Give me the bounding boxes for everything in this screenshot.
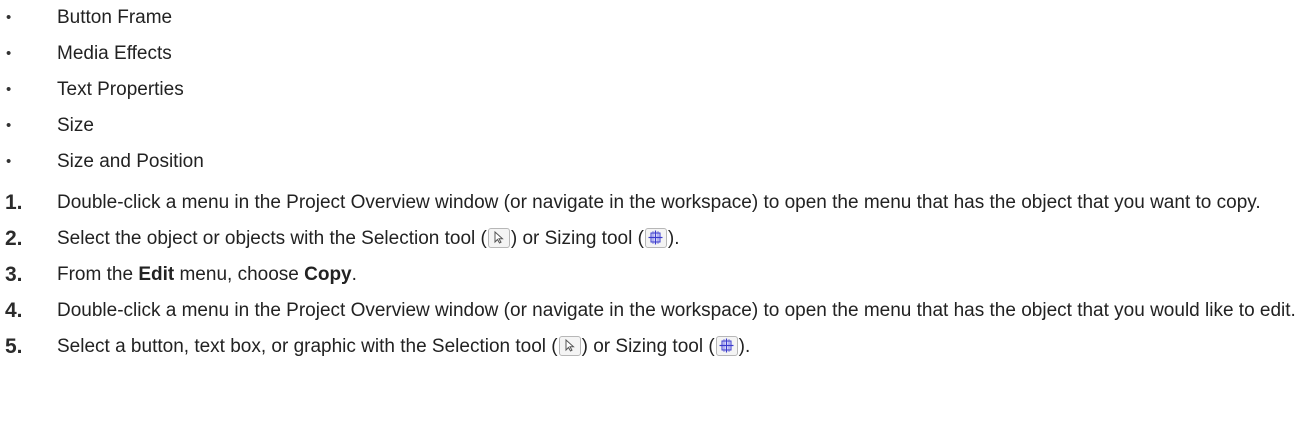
step-text: Double-click a menu in the Project Overv… xyxy=(57,300,1296,321)
selection-tool-icon xyxy=(558,336,581,356)
list-item-text: Text Properties xyxy=(57,79,184,100)
selection-tool-icon xyxy=(487,228,510,248)
list-item-text: Button Frame xyxy=(57,7,173,28)
step-text-part: ). xyxy=(738,336,751,357)
document-page: • Button Frame • Media Effects • Text Pr… xyxy=(0,0,1308,444)
sizing-tool-icon xyxy=(644,228,667,248)
step-text-part: Select the object or objects with the Se… xyxy=(57,228,487,249)
list-item: • Text Properties xyxy=(0,76,1300,112)
command-name-copy: Copy xyxy=(304,264,352,285)
bullet-dot: • xyxy=(6,9,12,26)
step-text-part: ) or Sizing tool ( xyxy=(581,336,715,357)
step-number: 1. xyxy=(5,191,23,214)
list-item-text: Size xyxy=(57,115,94,136)
bullet-dot: • xyxy=(6,81,12,98)
numbered-steps: 1. Double-click a menu in the Project Ov… xyxy=(0,189,1304,369)
step-item: 2. Select the object or objects with the… xyxy=(0,225,1304,253)
step-text: Select a button, text box, or graphic wi… xyxy=(57,333,1297,361)
step-number: 5. xyxy=(5,335,23,358)
bullet-dot: • xyxy=(6,117,12,134)
list-item: • Button Frame xyxy=(0,4,1300,40)
step-item: 1. Double-click a menu in the Project Ov… xyxy=(0,189,1304,217)
list-item: • Size xyxy=(0,112,1300,148)
step-item: 4. Double-click a menu in the Project Ov… xyxy=(0,297,1304,325)
bullet-dot: • xyxy=(6,153,12,170)
step-text-part: menu, choose xyxy=(174,264,305,285)
step-number: 4. xyxy=(5,299,23,322)
step-number: 3. xyxy=(5,263,23,286)
bullet-list: • Button Frame • Media Effects • Text Pr… xyxy=(0,4,1300,184)
step-text: From the Edit menu, choose Copy. xyxy=(57,261,1297,289)
step-number: 2. xyxy=(5,227,23,250)
step-item: 3. From the Edit menu, choose Copy. xyxy=(0,261,1304,289)
sizing-tool-icon xyxy=(715,336,738,356)
step-text-part: From the xyxy=(57,264,139,285)
list-item-text: Media Effects xyxy=(57,43,172,64)
bullet-dot: • xyxy=(6,45,12,62)
step-text-part: . xyxy=(351,264,357,285)
step-text-part: ) or Sizing tool ( xyxy=(510,228,644,249)
menu-name-edit: Edit xyxy=(138,264,175,285)
step-item: 5. Select a button, text box, or graphic… xyxy=(0,333,1304,361)
step-text: Select the object or objects with the Se… xyxy=(57,225,1297,253)
list-item: • Size and Position xyxy=(0,148,1300,184)
step-text-part: Select a button, text box, or graphic wi… xyxy=(57,336,558,357)
step-text: Double-click a menu in the Project Overv… xyxy=(57,192,1261,213)
list-item: • Media Effects xyxy=(0,40,1300,76)
list-item-text: Size and Position xyxy=(57,151,204,172)
step-text-part: ). xyxy=(667,228,680,249)
